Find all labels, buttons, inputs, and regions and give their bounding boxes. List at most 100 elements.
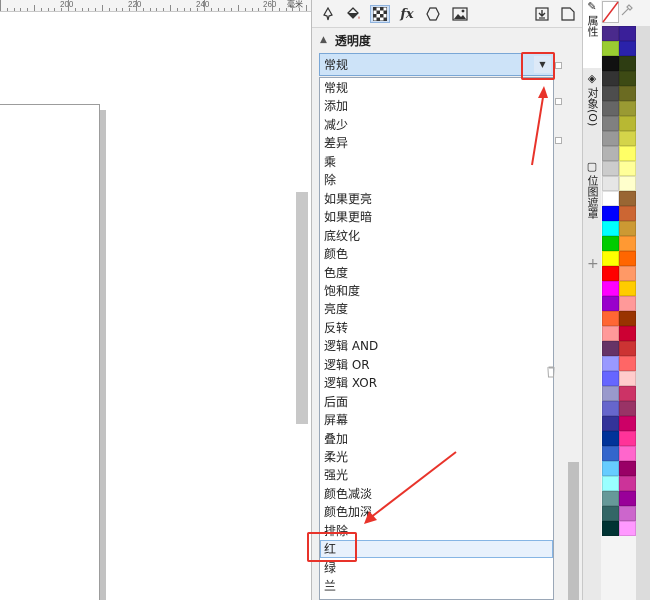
color-swatch[interactable] (602, 221, 619, 236)
color-swatch[interactable] (619, 461, 636, 476)
color-swatch[interactable] (619, 191, 636, 206)
palette-scroll-strip[interactable] (636, 26, 650, 600)
color-swatch[interactable] (602, 281, 619, 296)
color-swatch[interactable] (619, 281, 636, 296)
color-swatch[interactable] (602, 251, 619, 266)
vtab-bitmap-mask[interactable]: ▢ 位图遮罩 (583, 160, 601, 240)
color-swatch[interactable] (619, 491, 636, 506)
color-swatch[interactable] (602, 146, 619, 161)
color-swatch[interactable] (619, 386, 636, 401)
color-swatch[interactable] (602, 446, 619, 461)
vtab-objects[interactable]: ◈ 对象(O) (583, 72, 601, 154)
color-swatch[interactable] (619, 371, 636, 386)
color-swatch[interactable] (619, 116, 636, 131)
color-swatch[interactable] (619, 476, 636, 491)
color-swatch[interactable] (619, 431, 636, 446)
color-swatch[interactable] (619, 221, 636, 236)
ruler-tick (156, 8, 158, 11)
color-swatch[interactable] (619, 86, 636, 101)
color-swatch[interactable] (602, 266, 619, 281)
color-swatch[interactable] (619, 326, 636, 341)
color-swatch[interactable] (602, 176, 619, 191)
color-swatch[interactable] (619, 56, 636, 71)
color-swatch[interactable] (619, 401, 636, 416)
color-swatch[interactable] (619, 236, 636, 251)
color-swatch[interactable] (619, 356, 636, 371)
color-swatch[interactable] (602, 341, 619, 356)
page-shadow (100, 110, 106, 600)
color-swatch[interactable] (602, 56, 619, 71)
color-swatch[interactable] (619, 131, 636, 146)
color-swatch[interactable] (619, 311, 636, 326)
color-swatch[interactable] (602, 386, 619, 401)
canvas-scrollbar[interactable] (296, 192, 308, 424)
color-swatch[interactable] (619, 146, 636, 161)
ruler-tick (210, 8, 212, 11)
color-swatch[interactable] (602, 506, 619, 521)
color-swatch[interactable] (619, 26, 636, 41)
color-swatch[interactable] (602, 371, 619, 386)
color-swatch[interactable] (602, 131, 619, 146)
ruler-tick (74, 8, 76, 11)
color-swatch[interactable] (602, 296, 619, 311)
color-swatch[interactable] (602, 401, 619, 416)
color-swatch[interactable] (602, 416, 619, 431)
ruler-tick (34, 5, 35, 11)
color-swatch[interactable] (619, 206, 636, 221)
horizontal-ruler[interactable]: 200 220 240 260 毫米 (0, 0, 311, 12)
docker-vertical-tabs: ✎ 属性 ◈ 对象(O) ▢ 位图遮罩 + (582, 0, 601, 600)
vtab-properties[interactable]: ✎ 属性 (583, 0, 601, 68)
no-color-swatch[interactable] (602, 1, 619, 23)
color-swatch[interactable] (619, 101, 636, 116)
color-swatch[interactable] (602, 86, 619, 101)
color-swatch[interactable] (602, 206, 619, 221)
color-swatch[interactable] (602, 311, 619, 326)
ruler-tick (292, 8, 294, 11)
color-swatch[interactable] (602, 236, 619, 251)
color-swatch[interactable] (619, 446, 636, 461)
ruler-tick (47, 8, 49, 11)
drawing-canvas[interactable]: 200 220 240 260 毫米 (0, 0, 311, 600)
color-swatch[interactable] (619, 41, 636, 56)
color-swatch[interactable] (602, 191, 619, 206)
ruler-tick (176, 8, 178, 11)
color-swatch[interactable] (602, 161, 619, 176)
color-swatch[interactable] (602, 326, 619, 341)
eyedropper-icon[interactable] (621, 4, 633, 19)
ruler-tick (40, 8, 42, 11)
ruler-tick (265, 8, 267, 11)
ruler-tick (142, 8, 144, 11)
color-swatch[interactable] (602, 476, 619, 491)
palette-header (601, 0, 650, 26)
color-swatch[interactable] (619, 176, 636, 191)
ruler-tick (54, 8, 56, 11)
ruler-tick (224, 8, 226, 11)
color-swatch[interactable] (602, 26, 619, 41)
color-swatch[interactable] (602, 116, 619, 131)
color-swatch[interactable] (602, 41, 619, 56)
color-swatch[interactable] (602, 356, 619, 371)
add-tab-icon[interactable]: + (587, 256, 599, 272)
color-swatch[interactable] (619, 296, 636, 311)
color-swatch[interactable] (619, 506, 636, 521)
color-swatch[interactable] (619, 416, 636, 431)
color-swatch[interactable] (602, 461, 619, 476)
color-swatch[interactable] (602, 431, 619, 446)
ruler-tick (129, 8, 131, 11)
color-swatch[interactable] (602, 71, 619, 86)
color-swatch[interactable] (602, 101, 619, 116)
color-swatch[interactable] (619, 161, 636, 176)
ruler-tick (217, 8, 219, 11)
color-swatch[interactable] (619, 341, 636, 356)
color-swatch[interactable] (619, 521, 636, 536)
color-palette (601, 0, 650, 600)
color-swatch[interactable] (602, 521, 619, 536)
document-page[interactable] (0, 104, 100, 600)
color-swatch[interactable] (619, 71, 636, 86)
color-swatch[interactable] (619, 251, 636, 266)
color-swatch[interactable] (602, 491, 619, 506)
ruler-tick (231, 8, 233, 11)
ruler-tick (149, 8, 151, 11)
vtab-label: 属性 (586, 15, 599, 37)
color-swatch[interactable] (619, 266, 636, 281)
